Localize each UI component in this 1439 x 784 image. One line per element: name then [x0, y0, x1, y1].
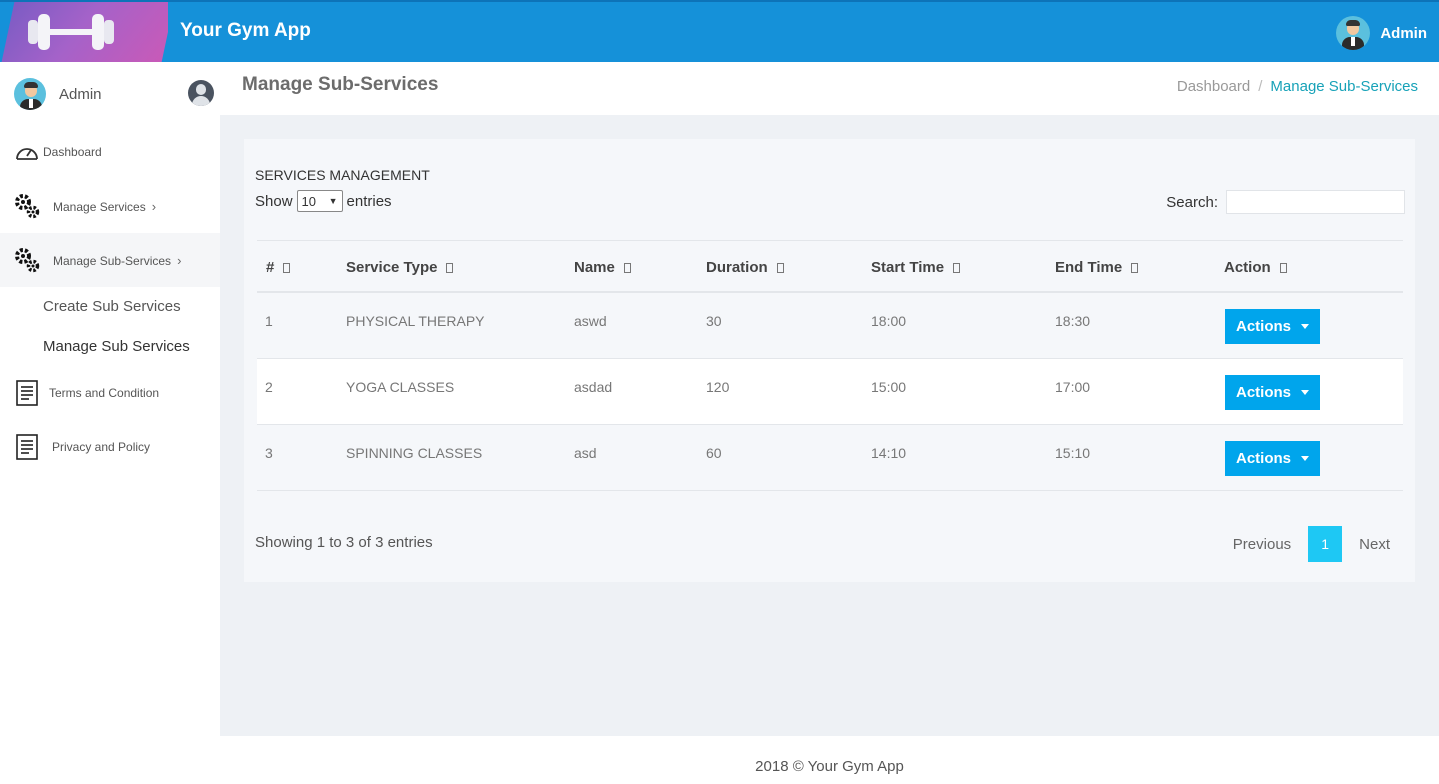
top-user-name: Admin [1380, 24, 1427, 42]
breadcrumb-separator: / [1258, 78, 1263, 95]
sidebar-item-label: Dashboard [43, 145, 102, 159]
search-input[interactable] [1226, 190, 1405, 214]
top-user-menu[interactable]: Admin [1336, 16, 1427, 50]
pagination: Previous 1 Next [1233, 526, 1390, 562]
sort-icon [446, 262, 454, 273]
entries-label: entries [346, 192, 392, 210]
cell-name: aswd [574, 313, 607, 329]
previous-page-button[interactable]: Previous [1233, 536, 1291, 553]
sidebar-item-terms[interactable]: Terms and Condition [0, 366, 220, 420]
table-row: 1 PHYSICAL THERAPY aswd 30 18:00 18:30 A… [257, 293, 1403, 359]
search-label: Search: [1166, 193, 1218, 211]
breadcrumb-current: Manage Sub-Services [1270, 78, 1418, 95]
sort-icon [1279, 262, 1287, 273]
breadcrumb-dashboard-link[interactable]: Dashboard [1177, 78, 1250, 95]
cell-name: asd [574, 445, 597, 461]
caret-down-icon [1301, 390, 1309, 395]
dashboard-icon [14, 139, 40, 165]
admin-avatar [1336, 16, 1371, 50]
sidebar-item-label: Manage Services [53, 199, 146, 214]
sidebar-item-privacy[interactable]: Privacy and Policy [0, 420, 220, 474]
dumbbell-icon [28, 14, 114, 50]
footer: 2018 © Your Gym App [220, 736, 1439, 784]
dropdown-arrow-icon: ▼ [328, 196, 338, 206]
cell-end-time: 15:10 [1055, 445, 1091, 461]
gears-icon [14, 247, 40, 273]
next-page-button[interactable]: Next [1359, 536, 1390, 553]
cell-end-time: 17:00 [1055, 379, 1091, 395]
column-header-start-time[interactable]: Start Time [871, 259, 961, 276]
sidebar-user: Admin [14, 78, 214, 110]
cell-name: asdad [574, 379, 613, 395]
cell-service-type: YOGA CLASSES [346, 379, 455, 395]
column-header-duration[interactable]: Duration [706, 259, 784, 276]
cell-service-type: PHYSICAL THERAPY [346, 313, 485, 329]
cell-start-time: 15:00 [871, 379, 907, 395]
column-header-number[interactable]: # [266, 259, 291, 276]
app-name[interactable]: Your Gym App [180, 20, 311, 42]
cell-number: 3 [265, 445, 273, 461]
cell-start-time: 18:00 [871, 313, 907, 329]
show-label: Show [255, 192, 293, 210]
chevron-right-icon: › [151, 198, 157, 214]
cell-number: 2 [265, 379, 273, 395]
page-length-select[interactable]: 10 ▼ [296, 190, 343, 212]
sidebar-subitem-create-sub-services[interactable]: Create Sub Services [43, 298, 181, 315]
page-length-value: 10 [301, 193, 316, 209]
table-header: # Service Type Name Duration Start Time … [257, 240, 1403, 293]
cell-service-type: SPINNING CLASSES [346, 445, 483, 461]
sort-icon [623, 262, 631, 273]
sidebar-item-label: Manage Sub-Services [53, 253, 172, 268]
column-header-service-type[interactable]: Service Type [346, 259, 454, 276]
sort-icon [776, 262, 784, 273]
services-card: SERVICES MANAGEMENT Show 10 ▼ entries Se… [244, 139, 1415, 582]
top-navbar: Your Gym App Admin [0, 0, 1439, 62]
actions-button[interactable]: Actions [1225, 309, 1320, 344]
cell-number: 1 [265, 313, 273, 329]
sidebar-item-dashboard[interactable]: Dashboard [0, 125, 220, 179]
cell-duration: 120 [706, 379, 730, 395]
cell-end-time: 18:30 [1055, 313, 1091, 329]
sidebar-item-label: Privacy and Policy [52, 440, 151, 454]
sort-icon [953, 262, 961, 273]
page-header: Manage Sub-Services Dashboard / Manage Sub… [220, 62, 1439, 115]
card-title: SERVICES MANAGEMENT [255, 167, 430, 183]
page-button-1[interactable]: 1 [1308, 526, 1343, 562]
document-icon [14, 380, 40, 406]
caret-down-icon [1301, 456, 1309, 461]
cell-duration: 30 [706, 313, 722, 329]
gears-icon [14, 193, 40, 219]
search-control: Search: [1166, 190, 1405, 214]
sidebar-item-manage-services[interactable]: Manage Services › [0, 179, 220, 233]
page-length-control: Show 10 ▼ entries [255, 190, 392, 212]
sidebar-item-manage-sub-services[interactable]: Manage Sub-Services › [0, 233, 220, 287]
breadcrumb: Dashboard / Manage Sub-Services [1177, 78, 1418, 95]
actions-button[interactable]: Actions [1225, 375, 1320, 410]
column-header-end-time[interactable]: End Time [1055, 259, 1139, 276]
table-row: 2 YOGA CLASSES asdad 120 15:00 17:00 Act… [257, 359, 1403, 425]
sort-icon [1131, 262, 1139, 273]
app-logo[interactable] [0, 2, 168, 62]
sidebar-avatar [14, 78, 46, 110]
footer-text: 2018 © Your Gym App [755, 758, 904, 775]
cell-duration: 60 [706, 445, 722, 461]
page-title: Manage Sub-Services [242, 74, 439, 95]
sidebar: Admin Dashboard Manage Services › Manage … [0, 62, 220, 784]
chevron-right-icon: › [177, 252, 182, 268]
table-row: 3 SPINNING CLASSES asd 60 14:10 15:10 Ac… [257, 425, 1403, 491]
profile-icon[interactable] [188, 80, 214, 106]
sidebar-item-label: Terms and Condition [49, 386, 160, 400]
column-header-name[interactable]: Name [574, 259, 631, 276]
table-info: Showing 1 to 3 of 3 entries [255, 534, 433, 551]
sidebar-user-name: Admin [59, 85, 102, 103]
document-icon [14, 434, 40, 460]
cell-start-time: 14:10 [871, 445, 907, 461]
actions-button[interactable]: Actions [1225, 441, 1320, 476]
sidebar-subitem-manage-sub-services[interactable]: Manage Sub Services [43, 338, 190, 355]
column-header-action[interactable]: Action [1224, 259, 1287, 276]
sort-icon [283, 262, 291, 273]
caret-down-icon [1301, 324, 1309, 329]
